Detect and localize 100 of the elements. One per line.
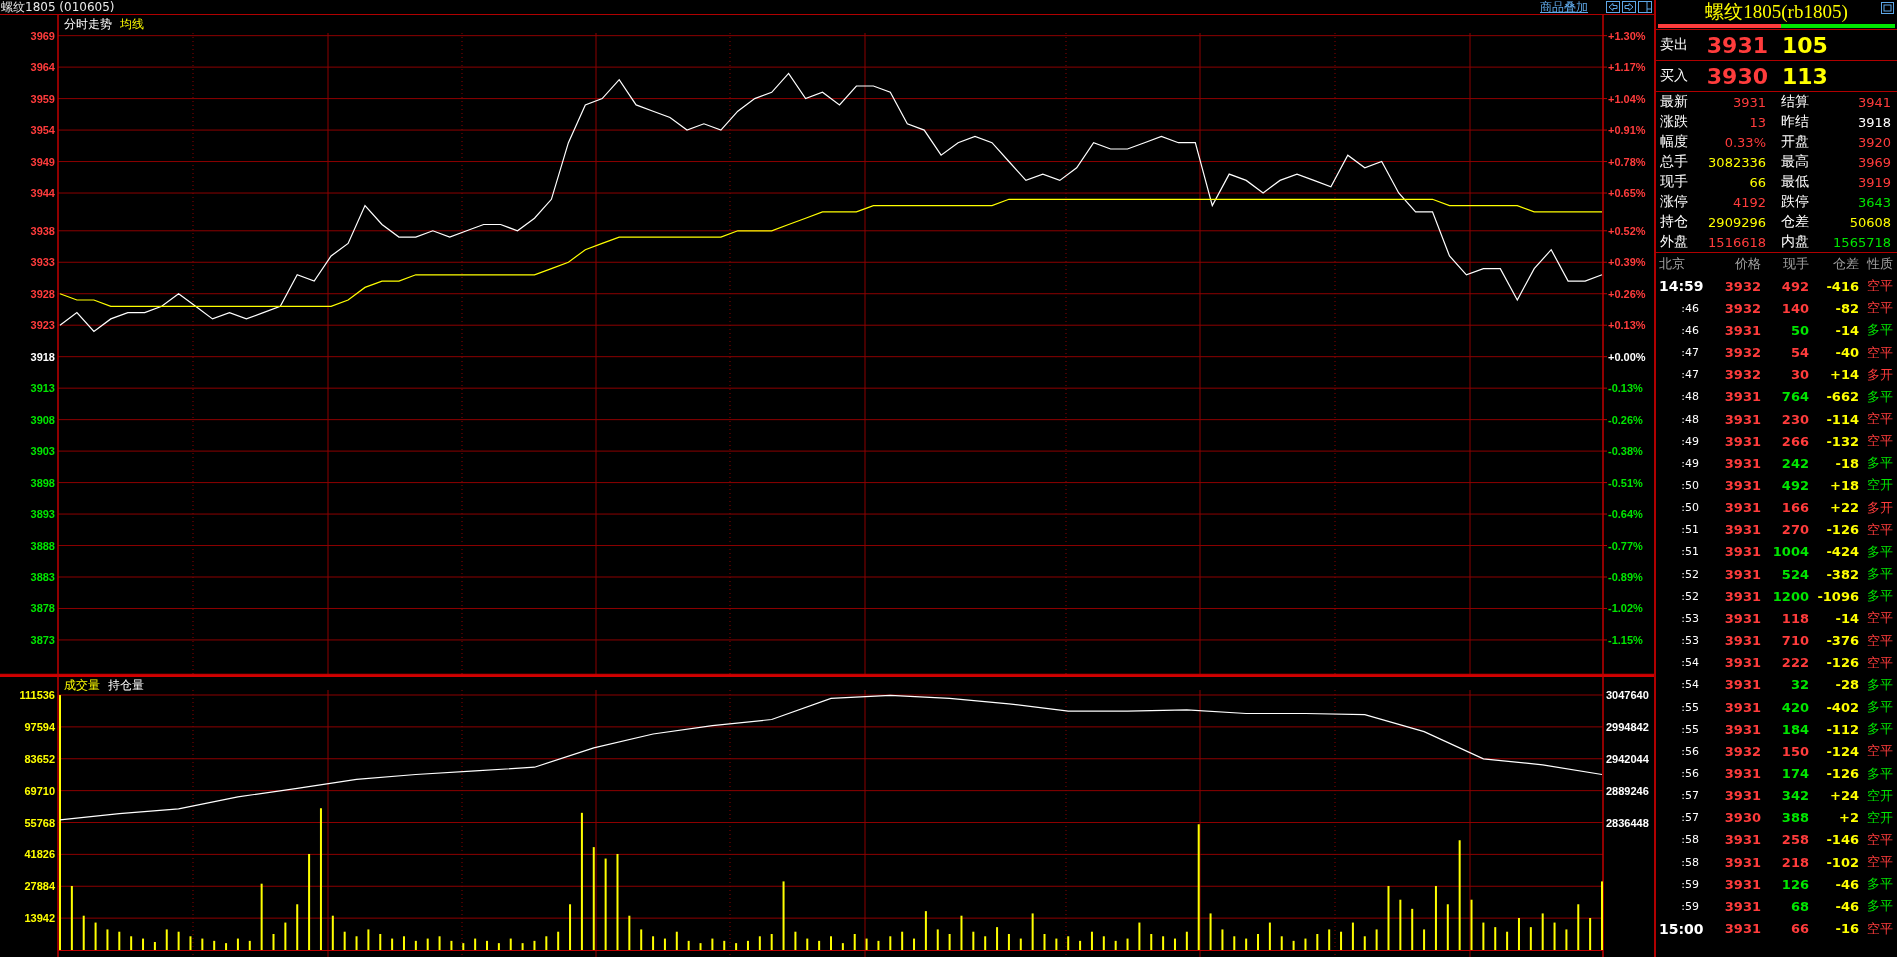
trade-time: :47 xyxy=(1680,368,1699,382)
trade-volume: 524 xyxy=(1780,566,1809,582)
trade-volume: 54 xyxy=(1789,345,1809,361)
volume-bar xyxy=(106,929,109,950)
volume-bar xyxy=(260,883,263,950)
volume-bar xyxy=(426,938,429,950)
trade-time: :53 xyxy=(1680,611,1699,625)
trade-type: 多平 xyxy=(1866,720,1893,739)
stat-value: 13 xyxy=(1748,114,1766,130)
trade-price: 3932 xyxy=(1723,300,1761,316)
volume-bar xyxy=(331,915,334,950)
window-icon[interactable] xyxy=(1881,2,1894,14)
quote-volume: 113 xyxy=(1781,63,1829,89)
trade-volume: 258 xyxy=(1780,832,1809,848)
trade-change: -124 xyxy=(1825,743,1859,759)
axis-label: 3954 xyxy=(30,124,55,137)
volume-bar xyxy=(497,943,500,950)
volume-bar xyxy=(1090,931,1093,950)
volume-bar xyxy=(177,931,180,950)
trade-volume: 492 xyxy=(1780,478,1809,493)
volume-bar xyxy=(189,936,192,950)
overlay-link[interactable]: 商品叠加 xyxy=(1540,0,1588,16)
right-arrow-icon[interactable] xyxy=(1622,1,1636,13)
legend-label: 持仓量 xyxy=(108,678,144,692)
trade-type: 多开 xyxy=(1866,365,1893,384)
contract-title: 螺纹1805(rb1805) xyxy=(1705,0,1848,24)
trade-type: 多平 xyxy=(1866,565,1893,584)
axis-label: +0.52% xyxy=(1608,224,1646,237)
axis-label: 2889246 xyxy=(1606,784,1649,797)
legend-label: 成交量 xyxy=(64,678,100,692)
trade-change: -146 xyxy=(1825,832,1859,848)
trade-change: -14 xyxy=(1834,610,1859,626)
volume-bar xyxy=(1577,904,1580,950)
volume-bar xyxy=(675,931,678,950)
volume-bar xyxy=(1517,918,1520,950)
stat-value: 4192 xyxy=(1731,194,1766,210)
stat-value: 3643 xyxy=(1856,194,1891,210)
trade-type: 空平 xyxy=(1866,831,1893,849)
volume-bar xyxy=(438,936,441,950)
volume-bar xyxy=(936,929,939,950)
trade-change: -102 xyxy=(1825,854,1859,870)
volume-bar xyxy=(853,934,856,950)
axis-label: +0.91% xyxy=(1608,124,1646,137)
trade-price: 3931 xyxy=(1723,588,1761,604)
trade-volume: 174 xyxy=(1780,766,1809,781)
trade-price: 3931 xyxy=(1723,455,1761,471)
trade-price: 3932 xyxy=(1723,345,1761,361)
trade-type: 空平 xyxy=(1866,410,1893,428)
volume-bar xyxy=(391,938,394,950)
axis-label: -0.38% xyxy=(1608,445,1643,458)
volume-bar xyxy=(901,931,904,950)
trade-volume: 342 xyxy=(1780,788,1809,804)
trade-volume: 710 xyxy=(1780,633,1809,649)
volume-bar xyxy=(770,934,773,950)
trade-time: :51 xyxy=(1680,545,1699,559)
trade-type: 多平 xyxy=(1866,542,1893,561)
axis-label: 3883 xyxy=(30,571,55,583)
volume-bar xyxy=(1399,899,1402,950)
window-title: 螺纹1805 (010605) xyxy=(0,0,116,16)
trade-type: 空平 xyxy=(1866,343,1893,362)
quote-volume: 105 xyxy=(1781,32,1829,58)
left-arrow-icon[interactable] xyxy=(1606,1,1620,13)
stat-value: 3920 xyxy=(1856,134,1891,150)
stat-label: 结算 xyxy=(1780,93,1810,111)
trade-change: -16 xyxy=(1834,921,1859,937)
trade-price: 3932 xyxy=(1723,278,1761,294)
axis-label: 3898 xyxy=(30,476,55,489)
axis-label: 13942 xyxy=(24,912,55,925)
volume-bar xyxy=(70,886,73,950)
volume-bar xyxy=(924,911,927,950)
trade-volume: 150 xyxy=(1780,743,1809,759)
trade-price: 3931 xyxy=(1723,322,1761,338)
axis-label: +0.00% xyxy=(1608,350,1646,363)
volume-bar xyxy=(1150,934,1153,950)
trade-change: -112 xyxy=(1825,721,1859,737)
trade-time: :57 xyxy=(1680,811,1699,825)
axis-label: 3913 xyxy=(30,382,55,395)
trade-price: 3931 xyxy=(1723,721,1761,737)
trade-price: 3931 xyxy=(1723,655,1761,671)
trade-volume: 270 xyxy=(1780,522,1809,538)
axis-label: 3949 xyxy=(30,155,55,168)
trade-volume: 66 xyxy=(1789,921,1809,937)
axis-label: 83652 xyxy=(24,752,55,765)
volume-bar xyxy=(913,938,916,950)
volume-bar xyxy=(699,943,702,950)
trade-type: 多开 xyxy=(1866,498,1893,517)
trade-time: :46 xyxy=(1680,301,1699,315)
volume-bar xyxy=(652,936,655,950)
volume-bar xyxy=(663,938,666,950)
trade-time: :54 xyxy=(1680,678,1699,692)
volume-bar xyxy=(1363,936,1366,950)
volume-bar xyxy=(225,943,228,950)
trade-type: 空平 xyxy=(1866,631,1893,650)
axis-label: -0.51% xyxy=(1608,476,1643,489)
axis-label: -0.64% xyxy=(1608,508,1643,521)
column-header: 现手 xyxy=(1782,255,1809,273)
volume-bar xyxy=(1031,913,1034,950)
axis-label: 3923 xyxy=(30,319,55,332)
split-view-icon[interactable] xyxy=(1638,1,1652,13)
trade-volume: 32 xyxy=(1789,677,1809,693)
